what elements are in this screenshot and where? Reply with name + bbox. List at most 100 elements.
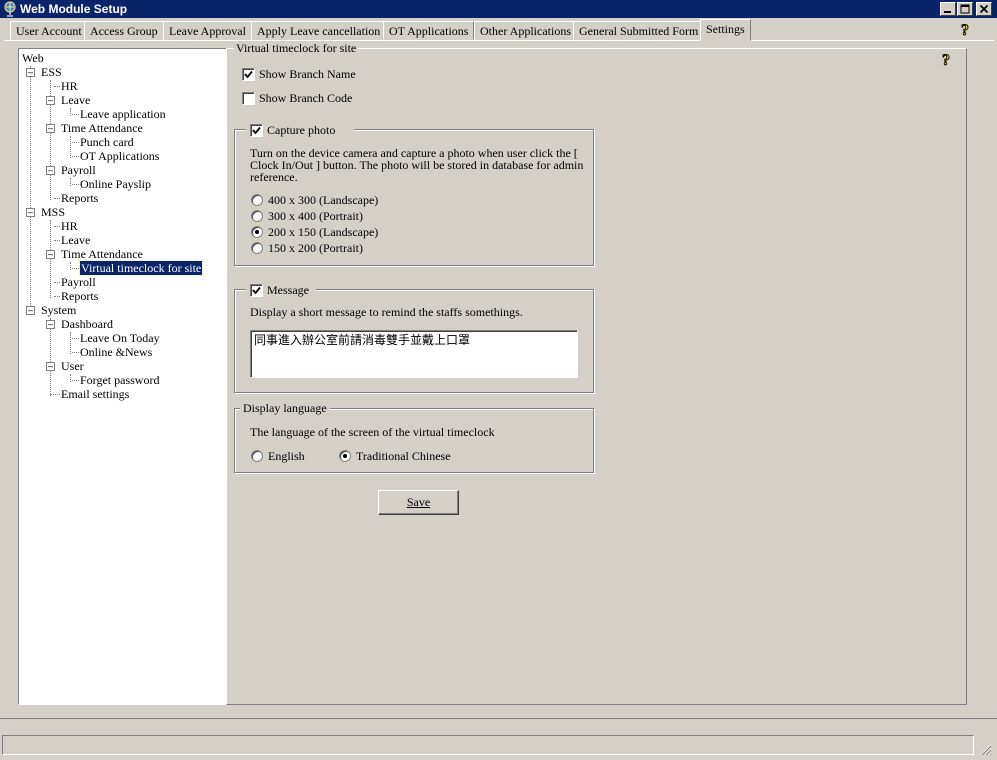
capture-photo-description: reference.	[250, 170, 298, 184]
show-branch-name-label[interactable]: Show Branch Name	[259, 67, 356, 81]
tree-expander-ess-ta[interactable]: –	[46, 124, 55, 133]
tree-item-punch-card[interactable]: Punch card	[80, 135, 134, 149]
tree-item-online-news[interactable]: Online &News	[80, 345, 152, 359]
tree-item-online-payslip[interactable]: Online Payslip	[80, 177, 151, 191]
tree-guide-line	[70, 374, 71, 382]
tree-expander-dashboard[interactable]: –	[46, 320, 55, 329]
tree-item-forget-password[interactable]: Forget password	[80, 373, 159, 387]
save-button[interactable]: Save	[378, 490, 459, 515]
capture-photo-description: Clock In/Out ] button. The photo will be…	[250, 158, 584, 172]
photo-size-label[interactable]: 300 x 400 (Portrait)	[268, 209, 363, 223]
tree-item-ess-hr[interactable]: HR	[61, 79, 78, 93]
tree-expander-ess[interactable]: –	[26, 68, 35, 77]
tab-leave-approval[interactable]: Leave Approval	[163, 21, 252, 40]
photo-size-label[interactable]: 200 x 150 (Landscape)	[268, 225, 378, 239]
photo-size-label[interactable]: 150 x 200 (Portrait)	[268, 241, 363, 255]
message-checkbox[interactable]	[250, 284, 263, 297]
capture-photo-label[interactable]: Capture photo	[267, 123, 335, 137]
photo-size-radio[interactable]	[251, 210, 263, 222]
window-title: Web Module Setup	[20, 2, 128, 16]
tree-expander-system[interactable]: –	[26, 306, 35, 315]
photo-size-label[interactable]: 400 x 300 (Landscape)	[268, 193, 378, 207]
tree-guide-line	[70, 136, 71, 158]
tree-guide-line	[54, 226, 60, 227]
help-question-icon[interactable]: ?	[960, 21, 974, 40]
language-traditional-chinese-radio[interactable]	[339, 450, 351, 462]
tree-item-mss[interactable]: MSS	[41, 205, 65, 219]
resize-grip-icon[interactable]	[978, 742, 992, 756]
tree-item-ess-reports[interactable]: Reports	[61, 191, 98, 205]
tree-guide-line	[72, 156, 79, 157]
svg-text:?: ?	[942, 52, 950, 69]
tree-item-dashboard[interactable]: Dashboard	[61, 317, 113, 331]
tree-guide-line	[72, 338, 79, 339]
show-branch-name-checkbox[interactable]	[242, 68, 255, 81]
tree-item-ess-leave[interactable]: Leave	[61, 93, 90, 107]
tree-item-ot-applications[interactable]: OT Applications	[80, 149, 159, 163]
save-button-label: Save	[406, 495, 431, 509]
tree-item-leave-on-today[interactable]: Leave On Today	[80, 331, 160, 345]
photo-size-radio-selected[interactable]	[251, 226, 263, 238]
photo-size-radio[interactable]	[251, 194, 263, 206]
tree-expander-ess-payroll[interactable]: –	[46, 166, 55, 175]
tree-item-email-settings[interactable]: Email settings	[61, 387, 129, 401]
tree-item-leave-application[interactable]: Leave application	[80, 107, 166, 121]
tree-guide-line	[30, 66, 31, 312]
tree-item-virtual-timeclock[interactable]: Virtual timeclock for site	[78, 260, 204, 276]
tree-item-mss-payroll[interactable]: Payroll	[61, 275, 96, 289]
photo-size-radio[interactable]	[251, 242, 263, 254]
tree-guide-line	[70, 332, 71, 354]
radio-dot-icon	[255, 230, 259, 234]
help-question-icon[interactable]: ?	[941, 51, 955, 70]
tree-guide-line	[50, 394, 60, 395]
tree-item-ess[interactable]: ESS	[41, 65, 62, 79]
tree-item-user[interactable]: User	[61, 359, 84, 373]
show-branch-code-label[interactable]: Show Branch Code	[259, 91, 352, 105]
tree-expander-user[interactable]: –	[46, 362, 55, 371]
close-icon	[979, 4, 989, 14]
tree-expander-ess-leave[interactable]: –	[46, 96, 55, 105]
checkmark-icon	[252, 126, 261, 135]
tab-general-submitted-form[interactable]: General Submitted Form	[573, 21, 705, 40]
tree-guide-line	[72, 114, 79, 115]
title-bar[interactable]	[0, 0, 997, 18]
message-label[interactable]: Message	[267, 283, 309, 297]
tab-access-group[interactable]: Access Group	[84, 21, 164, 40]
tree-guide-line	[54, 282, 60, 283]
tree-guide-line	[72, 268, 79, 269]
maximize-icon	[960, 4, 970, 14]
language-traditional-chinese-label[interactable]: Traditional Chinese	[356, 449, 451, 463]
radio-dot-icon	[343, 454, 347, 458]
language-english-radio[interactable]	[251, 450, 263, 462]
tab-settings[interactable]: Settings	[700, 19, 751, 41]
tree-guide-line	[54, 296, 60, 297]
tab-ot-applications[interactable]: OT Applications	[383, 21, 475, 40]
tree-expander-mss[interactable]: –	[26, 208, 35, 217]
message-description: Display a short message to remind the st…	[250, 305, 523, 319]
svg-text:?: ?	[961, 22, 969, 39]
tab-other-applications[interactable]: Other Applications	[474, 21, 577, 40]
minimize-button[interactable]	[940, 2, 956, 16]
tree-item-mss-leave[interactable]: Leave	[61, 233, 90, 247]
close-button[interactable]	[976, 2, 992, 16]
tree-item-mss-reports[interactable]: Reports	[61, 289, 98, 303]
tree-item-web[interactable]: Web	[22, 51, 44, 65]
message-textbox[interactable]: 同事進入辦公室前請消毒雙手並戴上口罩	[250, 330, 578, 378]
tree-item-mss-time-attendance[interactable]: Time Attendance	[61, 247, 143, 261]
section-title: Virtual timeclock for site	[234, 41, 359, 55]
language-english-label[interactable]: English	[268, 449, 305, 463]
tree-guide-line	[70, 262, 71, 270]
tree-guide-line	[72, 352, 79, 353]
tree-item-ess-payroll[interactable]: Payroll	[61, 163, 96, 177]
capture-photo-checkbox[interactable]	[250, 124, 263, 137]
show-branch-code-checkbox[interactable]	[242, 92, 255, 105]
tree-item-mss-hr[interactable]: HR	[61, 219, 78, 233]
tree-guide-line	[72, 142, 79, 143]
tree-expander-mss-ta[interactable]: –	[46, 250, 55, 259]
tab-user-account[interactable]: User Account	[10, 21, 88, 40]
tab-apply-leave-cancellation[interactable]: Apply Leave cancellation	[251, 21, 387, 40]
tree-item-system[interactable]: System	[41, 303, 76, 317]
maximize-button[interactable]	[957, 2, 973, 16]
tree-item-ess-time-attendance[interactable]: Time Attendance	[61, 121, 143, 135]
tree-guide-line	[72, 184, 79, 185]
